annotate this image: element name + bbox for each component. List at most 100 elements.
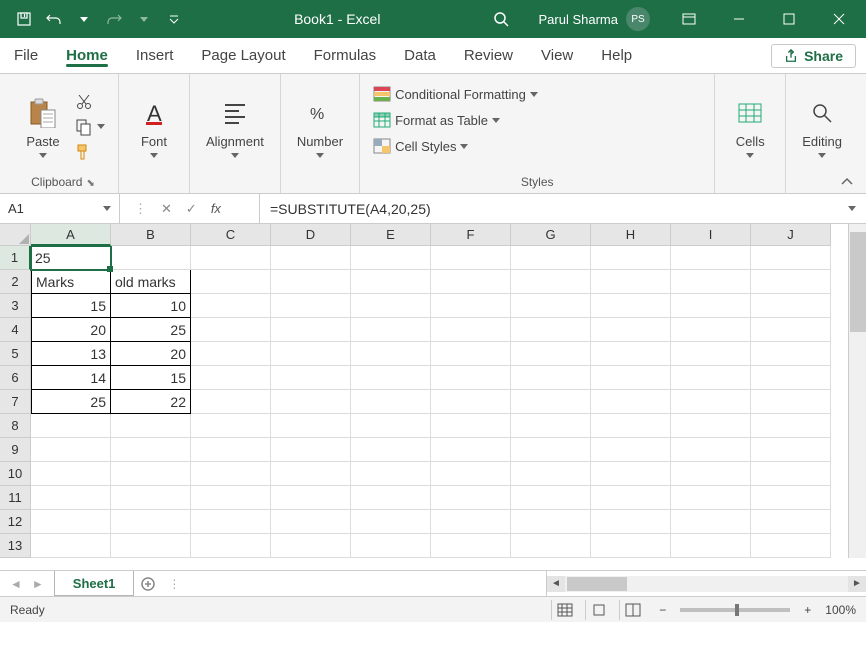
new-sheet-button[interactable] [134,571,162,596]
undo-dropdown[interactable] [70,5,98,33]
cell[interactable] [431,510,511,534]
cell[interactable] [191,294,271,318]
cell[interactable] [111,510,191,534]
name-box-dropdown-icon[interactable] [103,206,111,211]
cell[interactable] [671,342,751,366]
cell[interactable] [271,414,351,438]
cancel-formula-button[interactable]: ✕ [161,201,172,217]
cell[interactable] [671,414,751,438]
cell[interactable] [751,318,831,342]
conditional-formatting-button[interactable]: Conditional Formatting [370,84,541,104]
cell[interactable] [591,366,671,390]
zoom-slider[interactable] [680,608,790,612]
cell[interactable] [511,462,591,486]
number-dropdown-icon[interactable] [316,153,324,158]
cell[interactable] [351,390,431,414]
grid-body[interactable]: 125 2Marksold marks 31510 42025 51320 61… [0,246,848,558]
insert-function-button[interactable]: fx [211,201,221,216]
cell[interactable] [751,486,831,510]
col-header-A[interactable]: A [31,224,111,246]
col-header-I[interactable]: I [671,224,751,246]
cell[interactable] [511,390,591,414]
cell[interactable] [351,342,431,366]
cell-B5[interactable]: 20 [111,342,191,366]
cell-styles-button[interactable]: Cell Styles [370,136,471,156]
cell-B1[interactable] [111,246,191,270]
sheet-next-button[interactable]: ► [32,577,44,591]
cell[interactable] [591,438,671,462]
alignment-dropdown-icon[interactable] [231,153,239,158]
cell[interactable] [751,270,831,294]
cell[interactable] [671,294,751,318]
format-painter-button[interactable] [72,141,96,163]
cell[interactable] [671,438,751,462]
cell[interactable] [431,534,511,558]
font-button[interactable]: A Font [129,92,179,162]
zoom-knob[interactable] [735,604,739,616]
cell[interactable] [431,342,511,366]
cell[interactable] [591,534,671,558]
cell[interactable] [431,414,511,438]
zoom-value[interactable]: 100% [825,603,856,617]
page-break-view-button[interactable] [619,600,645,620]
normal-view-button[interactable] [551,600,577,620]
cell-B7[interactable]: 22 [111,390,191,414]
cell-B3[interactable]: 10 [111,294,191,318]
cell[interactable] [431,390,511,414]
collapse-ribbon-button[interactable] [840,173,854,189]
cell[interactable] [31,534,111,558]
undo-button[interactable] [40,5,68,33]
tab-insert[interactable]: Insert [122,38,188,73]
tab-formulas[interactable]: Formulas [300,38,391,73]
cell[interactable] [431,462,511,486]
row-header-10[interactable]: 10 [0,462,31,486]
cell[interactable] [271,294,351,318]
cell[interactable] [511,246,591,270]
cell[interactable] [271,534,351,558]
tab-file[interactable]: File [0,38,52,73]
hscroll-left-button[interactable]: ◄ [547,576,565,592]
cell-B6[interactable]: 15 [111,366,191,390]
cell[interactable] [351,486,431,510]
row-header-6[interactable]: 6 [0,366,31,390]
cell-A6[interactable]: 14 [31,366,111,390]
tab-help[interactable]: Help [587,38,646,73]
cell[interactable] [511,510,591,534]
tab-view[interactable]: View [527,38,587,73]
name-box[interactable]: A1 [0,194,120,223]
row-header-1[interactable]: 1 [0,246,31,270]
cell[interactable] [111,462,191,486]
row-header-5[interactable]: 5 [0,342,31,366]
cell[interactable] [191,366,271,390]
sheet-prev-button[interactable]: ◄ [10,577,22,591]
cell[interactable] [351,366,431,390]
cell[interactable] [191,486,271,510]
row-header-2[interactable]: 2 [0,270,31,294]
cell[interactable] [31,486,111,510]
page-layout-view-button[interactable] [585,600,611,620]
cell[interactable] [751,438,831,462]
cell[interactable] [351,438,431,462]
cell[interactable] [591,486,671,510]
cell[interactable] [751,534,831,558]
cell[interactable] [591,414,671,438]
cell[interactable] [271,510,351,534]
cell[interactable] [511,486,591,510]
cell[interactable] [271,366,351,390]
row-header-9[interactable]: 9 [0,438,31,462]
cell[interactable] [351,294,431,318]
cell[interactable] [271,270,351,294]
cell[interactable] [271,438,351,462]
cell[interactable] [31,510,111,534]
cell[interactable] [671,366,751,390]
cell[interactable] [591,342,671,366]
cell[interactable] [111,534,191,558]
cell[interactable] [111,414,191,438]
col-header-G[interactable]: G [511,224,591,246]
cell-A5[interactable]: 13 [31,342,111,366]
cells-button[interactable]: Cells [725,92,775,162]
cell[interactable] [351,510,431,534]
cell[interactable] [431,366,511,390]
cell[interactable] [31,462,111,486]
autosave-toggle[interactable] [10,5,38,33]
